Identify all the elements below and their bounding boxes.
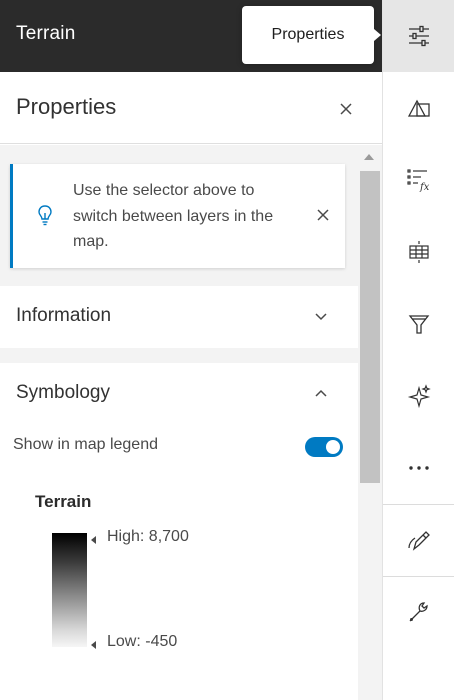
wrench-icon <box>409 602 428 622</box>
properties-tooltip: Properties <box>242 6 381 64</box>
high-tick <box>91 536 96 544</box>
properties-action-button[interactable] <box>383 0 454 72</box>
effects-sparkle-icon <box>407 384 431 409</box>
action-bar-divider <box>383 576 454 577</box>
chevron-up-icon[interactable] <box>310 382 332 404</box>
symbology-title[interactable]: Symbology <box>16 382 110 404</box>
legend-high-label: High: 8,700 <box>107 528 189 545</box>
legend-low-label: Low: -450 <box>107 633 178 650</box>
panel-content: Use the selector above to switch between… <box>0 145 358 700</box>
panel-close-button[interactable] <box>333 96 359 122</box>
fields-fx-icon: fx <box>407 169 430 193</box>
effects-action-button[interactable] <box>383 372 454 420</box>
low-tick <box>91 641 96 649</box>
scroll-up-arrow-icon[interactable] <box>364 154 374 160</box>
close-icon <box>317 209 329 221</box>
sketch-action-button[interactable] <box>383 516 454 564</box>
layer-title: Terrain <box>16 23 76 44</box>
tools-action-button[interactable] <box>383 588 454 636</box>
information-block-header[interactable]: Information <box>0 286 358 348</box>
action-bar-divider <box>383 504 454 505</box>
close-icon <box>340 103 352 115</box>
more-action-button[interactable] <box>383 444 454 492</box>
raster-functions-icon <box>409 241 429 263</box>
filter-action-button[interactable] <box>383 300 454 348</box>
svg-text:fx: fx <box>419 182 430 193</box>
panel-title: Properties <box>16 94 117 119</box>
legend-layer-title: Terrain <box>35 492 92 511</box>
chevron-down-icon <box>310 306 332 328</box>
info-notice: Use the selector above to switch between… <box>10 164 345 268</box>
more-ellipsis-icon <box>409 466 429 470</box>
switch-knob <box>326 440 340 454</box>
tooltip-arrow <box>374 29 381 41</box>
sketch-pen-icon <box>408 531 430 551</box>
lightbulb-icon <box>36 204 54 226</box>
styles-action-button[interactable] <box>383 84 454 132</box>
panel-scrollbar[interactable] <box>358 145 382 700</box>
show-in-legend-label: Show in map legend <box>13 436 158 453</box>
notice-close-button[interactable] <box>312 204 334 226</box>
scroll-thumb[interactable] <box>360 171 380 483</box>
panel-header: Properties <box>0 72 382 144</box>
notice-text: Use the selector above to switch between… <box>73 182 274 250</box>
filter-icon <box>408 315 430 334</box>
styles-shapes-icon <box>407 99 430 117</box>
properties-panel: Properties Use the selector above to swi… <box>0 72 382 700</box>
symbology-block: Symbology Show in map legend Terrain Hig… <box>0 363 358 700</box>
elevation-color-ramp <box>52 533 87 647</box>
properties-sliders-icon <box>409 25 429 47</box>
action-bar: fx <box>382 0 454 700</box>
show-in-legend-switch[interactable] <box>305 437 343 457</box>
information-title: Information <box>16 305 112 326</box>
fields-action-button[interactable]: fx <box>383 156 454 204</box>
tooltip-text: Properties <box>271 26 345 43</box>
raster-functions-action-button[interactable] <box>383 228 454 276</box>
